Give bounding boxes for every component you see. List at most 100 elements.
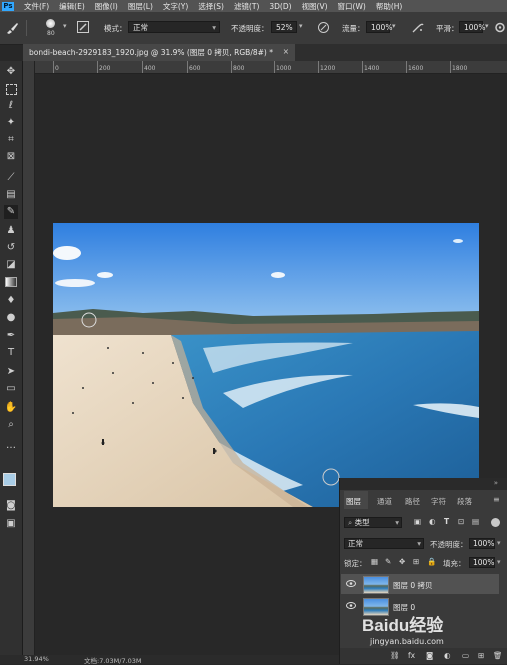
chevron-down-icon[interactable]: ▾ — [497, 539, 501, 547]
photoshop-logo-icon: Ps — [2, 1, 14, 11]
mode-select[interactable]: 正常 ▾ — [128, 21, 220, 33]
brush-icon[interactable] — [5, 21, 19, 35]
menu-file[interactable]: 文件(F) — [24, 1, 49, 12]
menu-layer[interactable]: 图层(L) — [128, 1, 153, 12]
filter-smart-object-icon[interactable]: ▤ — [472, 517, 479, 526]
gradient-icon[interactable] — [4, 275, 18, 289]
tools-panel: ✥ ℓ ✦ ⌗ ⊠ ⟋ ▤ ✎ ♟ ↺ ◪ ♦ ● ✒ T ➤ ▭ ✋ ⌕ … … — [0, 61, 23, 655]
flow-value: 100% — [371, 23, 393, 32]
smoothing-value: 100% — [464, 23, 486, 32]
close-icon[interactable]: × — [283, 47, 289, 56]
lock-all-icon[interactable]: 🔒 — [427, 557, 436, 566]
crop-icon[interactable]: ⌗ — [4, 133, 18, 147]
menu-3d[interactable]: 3D(D) — [269, 2, 291, 11]
collapse-icon[interactable]: » — [494, 479, 498, 487]
menu-view[interactable]: 视图(V) — [302, 1, 328, 12]
menu-type[interactable]: 文字(Y) — [163, 1, 188, 12]
move-icon[interactable]: ✥ — [4, 65, 18, 79]
opacity-input[interactable]: 52% — [271, 21, 297, 33]
layer-opacity-value: 100% — [473, 539, 495, 548]
chevron-down-icon[interactable]: ▾ — [485, 22, 489, 30]
lasso-icon[interactable]: ℓ — [4, 99, 18, 113]
canvas-image[interactable] — [53, 223, 479, 507]
layer-opacity-input[interactable]: 100% — [469, 538, 495, 549]
history-brush-icon[interactable]: ↺ — [4, 241, 18, 255]
mode-label: 模式： — [104, 24, 127, 33]
menu-window[interactable]: 窗口(W) — [338, 1, 366, 12]
chevron-down-icon: ▾ — [212, 23, 216, 32]
eraser-icon[interactable]: ◪ — [4, 258, 18, 272]
brush-tool-icon[interactable]: ✎ — [4, 205, 18, 219]
blend-mode-select[interactable]: 正常 ▾ — [344, 538, 424, 549]
type-icon[interactable]: T — [4, 346, 18, 360]
filter-type-icon[interactable]: T — [444, 517, 449, 526]
chevron-down-icon[interactable]: ▾ — [63, 22, 67, 30]
chevron-down-icon[interactable]: ▾ — [392, 22, 396, 30]
menu-filter[interactable]: 滤镜(T) — [234, 1, 259, 12]
menu-bar: Ps 文件(F) 编辑(E) 图像(I) 图层(L) 文字(Y) 选择(S) 滤… — [0, 0, 507, 12]
lock-position-icon[interactable]: ✥ — [399, 557, 405, 566]
filter-toggle-icon[interactable] — [491, 518, 500, 527]
ruler-tick: 600 — [189, 65, 201, 72]
horizontal-ruler[interactable]: 0 200 400 600 800 1000 1200 1400 1600 18… — [34, 61, 507, 74]
settings-gear-icon[interactable] — [494, 21, 506, 34]
eyedropper-icon[interactable]: ⟋ — [4, 171, 18, 185]
pen-icon[interactable]: ✒ — [4, 329, 18, 343]
menu-select[interactable]: 选择(S) — [198, 1, 224, 12]
chevron-down-icon[interactable]: ▾ — [497, 558, 501, 566]
flow-input[interactable]: 100% — [366, 21, 393, 33]
tab-character[interactable]: 字符 — [431, 496, 446, 507]
watermark: Baidu经验 jingyan.baidu.com — [360, 605, 500, 655]
dodge-icon[interactable]: ● — [4, 311, 18, 325]
airbrush-icon[interactable] — [411, 21, 424, 34]
more-tools-icon[interactable]: … — [4, 439, 18, 453]
tab-layers[interactable]: 图层 — [346, 496, 361, 507]
path-select-icon[interactable]: ➤ — [4, 365, 18, 379]
mode-value: 正常 — [133, 23, 148, 32]
quick-mask-icon[interactable]: ◙ — [4, 499, 18, 513]
layer-filter-select[interactable]: ⌕ 类型 ▾ — [344, 517, 402, 528]
stamp-icon[interactable]: ♟ — [4, 224, 18, 238]
zoom-level[interactable]: 31.94% — [24, 655, 49, 663]
panel-menu-icon[interactable]: ≡ — [493, 495, 500, 504]
chevron-down-icon[interactable]: ▾ — [299, 22, 303, 30]
zoom-icon[interactable]: ⌕ — [4, 418, 18, 432]
brush-preset-picker[interactable]: 80 — [42, 18, 60, 38]
filter-pixel-icon[interactable]: ▣ — [414, 517, 421, 526]
fill-value: 100% — [473, 558, 495, 567]
filter-shape-icon[interactable]: ⊡ — [458, 517, 464, 526]
lock-transparent-icon[interactable]: ▦ — [371, 557, 378, 566]
menu-help[interactable]: 帮助(H) — [376, 1, 403, 12]
foreground-color-swatch[interactable] — [3, 473, 16, 486]
layer-opacity-label: 不透明度： — [430, 540, 468, 549]
marquee-icon[interactable] — [4, 82, 18, 96]
fill-input[interactable]: 100% — [469, 557, 495, 568]
menu-edit[interactable]: 编辑(E) — [59, 1, 85, 12]
screen-mode-icon[interactable]: ▣ — [4, 517, 18, 531]
fill-label: 填充： — [443, 559, 466, 568]
tab-paths[interactable]: 路径 — [405, 496, 420, 507]
lock-artboard-icon[interactable]: ⊞ — [413, 557, 419, 566]
menu-image[interactable]: 图像(I) — [95, 1, 118, 12]
brush-settings-icon[interactable] — [77, 21, 89, 33]
flow-label: 流量： — [342, 24, 365, 33]
layer-row[interactable]: 图层 0 拷贝 — [341, 574, 499, 594]
lock-image-icon[interactable]: ✎ — [385, 557, 391, 566]
document-tab[interactable]: bondi-beach-2929183_1920.jpg @ 31.9% (图层… — [23, 44, 295, 61]
vertical-ruler[interactable] — [23, 61, 35, 655]
tab-channels[interactable]: 通道 — [377, 496, 392, 507]
hand-icon[interactable]: ✋ — [4, 401, 18, 415]
filter-adjustment-icon[interactable]: ◐ — [429, 517, 436, 526]
magic-wand-icon[interactable]: ✦ — [4, 116, 18, 130]
eye-icon[interactable] — [346, 602, 356, 609]
ruler-tick: 1200 — [320, 65, 336, 72]
blur-icon[interactable]: ♦ — [4, 294, 18, 308]
healing-icon[interactable]: ▤ — [4, 188, 18, 202]
tab-paragraph[interactable]: 段落 — [457, 496, 472, 507]
pressure-opacity-icon[interactable] — [317, 21, 330, 34]
shape-icon[interactable]: ▭ — [4, 382, 18, 396]
smoothing-input[interactable]: 100% — [459, 21, 486, 33]
opacity-value: 52% — [276, 23, 293, 32]
frame-icon[interactable]: ⊠ — [4, 150, 18, 164]
eye-icon[interactable] — [346, 580, 356, 587]
